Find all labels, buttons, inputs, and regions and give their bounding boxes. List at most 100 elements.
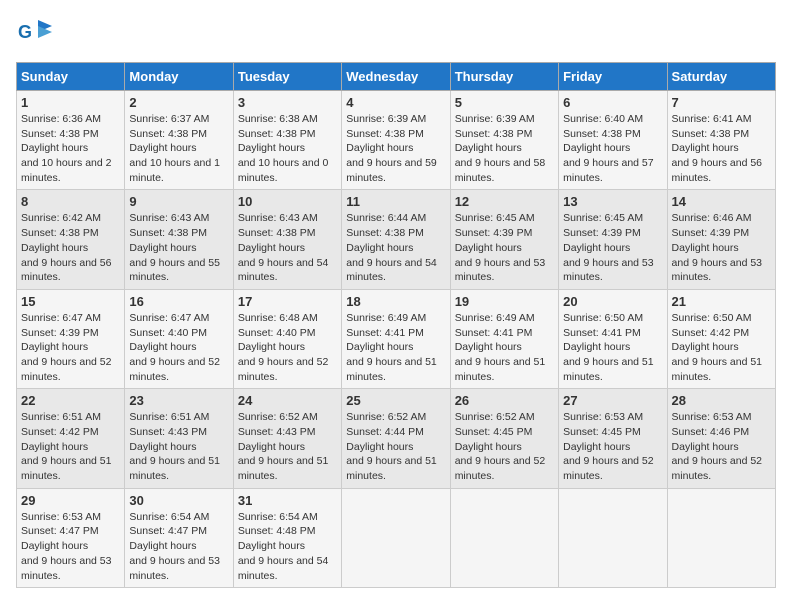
- calendar-week-5: 29 Sunrise: 6:53 AM Sunset: 4:47 PM Dayl…: [17, 488, 776, 587]
- day-number: 11: [346, 194, 445, 209]
- calendar-cell: 6 Sunrise: 6:40 AM Sunset: 4:38 PM Dayli…: [559, 91, 667, 190]
- day-info: Sunrise: 6:46 AM Sunset: 4:39 PM Dayligh…: [672, 211, 771, 284]
- calendar-cell: 19 Sunrise: 6:49 AM Sunset: 4:41 PM Dayl…: [450, 289, 558, 388]
- day-info: Sunrise: 6:51 AM Sunset: 4:43 PM Dayligh…: [129, 410, 228, 483]
- day-info: Sunrise: 6:53 AM Sunset: 4:47 PM Dayligh…: [21, 510, 120, 583]
- day-info: Sunrise: 6:50 AM Sunset: 4:41 PM Dayligh…: [563, 311, 662, 384]
- day-info: Sunrise: 6:37 AM Sunset: 4:38 PM Dayligh…: [129, 112, 228, 185]
- calendar-cell: 27 Sunrise: 6:53 AM Sunset: 4:45 PM Dayl…: [559, 389, 667, 488]
- calendar-cell: 28 Sunrise: 6:53 AM Sunset: 4:46 PM Dayl…: [667, 389, 775, 488]
- day-number: 22: [21, 393, 120, 408]
- day-number: 2: [129, 95, 228, 110]
- day-number: 21: [672, 294, 771, 309]
- calendar-week-1: 1 Sunrise: 6:36 AM Sunset: 4:38 PM Dayli…: [17, 91, 776, 190]
- calendar-cell: 11 Sunrise: 6:44 AM Sunset: 4:38 PM Dayl…: [342, 190, 450, 289]
- day-number: 1: [21, 95, 120, 110]
- day-number: 30: [129, 493, 228, 508]
- day-number: 31: [238, 493, 337, 508]
- calendar-cell: 10 Sunrise: 6:43 AM Sunset: 4:38 PM Dayl…: [233, 190, 341, 289]
- day-info: Sunrise: 6:52 AM Sunset: 4:44 PM Dayligh…: [346, 410, 445, 483]
- day-info: Sunrise: 6:53 AM Sunset: 4:46 PM Dayligh…: [672, 410, 771, 483]
- svg-text:G: G: [18, 22, 32, 42]
- day-number: 4: [346, 95, 445, 110]
- day-number: 10: [238, 194, 337, 209]
- day-info: Sunrise: 6:40 AM Sunset: 4:38 PM Dayligh…: [563, 112, 662, 185]
- calendar-cell: 23 Sunrise: 6:51 AM Sunset: 4:43 PM Dayl…: [125, 389, 233, 488]
- calendar-cell: 4 Sunrise: 6:39 AM Sunset: 4:38 PM Dayli…: [342, 91, 450, 190]
- calendar-week-3: 15 Sunrise: 6:47 AM Sunset: 4:39 PM Dayl…: [17, 289, 776, 388]
- calendar-cell: 15 Sunrise: 6:47 AM Sunset: 4:39 PM Dayl…: [17, 289, 125, 388]
- calendar-cell: 13 Sunrise: 6:45 AM Sunset: 4:39 PM Dayl…: [559, 190, 667, 289]
- calendar-week-4: 22 Sunrise: 6:51 AM Sunset: 4:42 PM Dayl…: [17, 389, 776, 488]
- day-info: Sunrise: 6:47 AM Sunset: 4:39 PM Dayligh…: [21, 311, 120, 384]
- day-info: Sunrise: 6:49 AM Sunset: 4:41 PM Dayligh…: [455, 311, 554, 384]
- day-info: Sunrise: 6:43 AM Sunset: 4:38 PM Dayligh…: [129, 211, 228, 284]
- day-number: 13: [563, 194, 662, 209]
- day-info: Sunrise: 6:47 AM Sunset: 4:40 PM Dayligh…: [129, 311, 228, 384]
- day-number: 28: [672, 393, 771, 408]
- logo: G: [16, 16, 56, 52]
- calendar-cell: 9 Sunrise: 6:43 AM Sunset: 4:38 PM Dayli…: [125, 190, 233, 289]
- day-info: Sunrise: 6:50 AM Sunset: 4:42 PM Dayligh…: [672, 311, 771, 384]
- day-info: Sunrise: 6:41 AM Sunset: 4:38 PM Dayligh…: [672, 112, 771, 185]
- calendar-cell: 21 Sunrise: 6:50 AM Sunset: 4:42 PM Dayl…: [667, 289, 775, 388]
- day-info: Sunrise: 6:43 AM Sunset: 4:38 PM Dayligh…: [238, 211, 337, 284]
- day-info: Sunrise: 6:52 AM Sunset: 4:45 PM Dayligh…: [455, 410, 554, 483]
- calendar-cell: 30 Sunrise: 6:54 AM Sunset: 4:47 PM Dayl…: [125, 488, 233, 587]
- column-header-wednesday: Wednesday: [342, 63, 450, 91]
- day-info: Sunrise: 6:53 AM Sunset: 4:45 PM Dayligh…: [563, 410, 662, 483]
- day-number: 25: [346, 393, 445, 408]
- calendar-cell: 3 Sunrise: 6:38 AM Sunset: 4:38 PM Dayli…: [233, 91, 341, 190]
- calendar-cell: 25 Sunrise: 6:52 AM Sunset: 4:44 PM Dayl…: [342, 389, 450, 488]
- calendar-cell: 24 Sunrise: 6:52 AM Sunset: 4:43 PM Dayl…: [233, 389, 341, 488]
- calendar-cell: 26 Sunrise: 6:52 AM Sunset: 4:45 PM Dayl…: [450, 389, 558, 488]
- day-number: 6: [563, 95, 662, 110]
- calendar-cell: 18 Sunrise: 6:49 AM Sunset: 4:41 PM Dayl…: [342, 289, 450, 388]
- calendar-week-2: 8 Sunrise: 6:42 AM Sunset: 4:38 PM Dayli…: [17, 190, 776, 289]
- column-header-saturday: Saturday: [667, 63, 775, 91]
- day-number: 23: [129, 393, 228, 408]
- calendar-cell: 31 Sunrise: 6:54 AM Sunset: 4:48 PM Dayl…: [233, 488, 341, 587]
- day-info: Sunrise: 6:39 AM Sunset: 4:38 PM Dayligh…: [346, 112, 445, 185]
- day-info: Sunrise: 6:54 AM Sunset: 4:48 PM Dayligh…: [238, 510, 337, 583]
- calendar-cell: 7 Sunrise: 6:41 AM Sunset: 4:38 PM Dayli…: [667, 91, 775, 190]
- day-number: 12: [455, 194, 554, 209]
- calendar-table: SundayMondayTuesdayWednesdayThursdayFrid…: [16, 62, 776, 588]
- day-number: 24: [238, 393, 337, 408]
- calendar-cell: 14 Sunrise: 6:46 AM Sunset: 4:39 PM Dayl…: [667, 190, 775, 289]
- day-info: Sunrise: 6:36 AM Sunset: 4:38 PM Dayligh…: [21, 112, 120, 185]
- calendar-cell: [450, 488, 558, 587]
- calendar-cell: 2 Sunrise: 6:37 AM Sunset: 4:38 PM Dayli…: [125, 91, 233, 190]
- day-info: Sunrise: 6:39 AM Sunset: 4:38 PM Dayligh…: [455, 112, 554, 185]
- column-header-tuesday: Tuesday: [233, 63, 341, 91]
- calendar-cell: 22 Sunrise: 6:51 AM Sunset: 4:42 PM Dayl…: [17, 389, 125, 488]
- calendar-cell: [667, 488, 775, 587]
- day-number: 20: [563, 294, 662, 309]
- calendar-cell: 12 Sunrise: 6:45 AM Sunset: 4:39 PM Dayl…: [450, 190, 558, 289]
- calendar-cell: [342, 488, 450, 587]
- page-header: G: [16, 16, 776, 52]
- column-header-monday: Monday: [125, 63, 233, 91]
- day-number: 5: [455, 95, 554, 110]
- day-number: 17: [238, 294, 337, 309]
- day-info: Sunrise: 6:54 AM Sunset: 4:47 PM Dayligh…: [129, 510, 228, 583]
- column-header-thursday: Thursday: [450, 63, 558, 91]
- day-number: 18: [346, 294, 445, 309]
- day-info: Sunrise: 6:51 AM Sunset: 4:42 PM Dayligh…: [21, 410, 120, 483]
- column-header-sunday: Sunday: [17, 63, 125, 91]
- day-info: Sunrise: 6:48 AM Sunset: 4:40 PM Dayligh…: [238, 311, 337, 384]
- day-number: 19: [455, 294, 554, 309]
- day-info: Sunrise: 6:45 AM Sunset: 4:39 PM Dayligh…: [563, 211, 662, 284]
- day-number: 8: [21, 194, 120, 209]
- day-info: Sunrise: 6:38 AM Sunset: 4:38 PM Dayligh…: [238, 112, 337, 185]
- day-info: Sunrise: 6:45 AM Sunset: 4:39 PM Dayligh…: [455, 211, 554, 284]
- day-number: 29: [21, 493, 120, 508]
- day-info: Sunrise: 6:42 AM Sunset: 4:38 PM Dayligh…: [21, 211, 120, 284]
- day-number: 3: [238, 95, 337, 110]
- calendar-cell: 1 Sunrise: 6:36 AM Sunset: 4:38 PM Dayli…: [17, 91, 125, 190]
- calendar-cell: 29 Sunrise: 6:53 AM Sunset: 4:47 PM Dayl…: [17, 488, 125, 587]
- day-number: 27: [563, 393, 662, 408]
- day-number: 26: [455, 393, 554, 408]
- calendar-cell: 17 Sunrise: 6:48 AM Sunset: 4:40 PM Dayl…: [233, 289, 341, 388]
- column-header-friday: Friday: [559, 63, 667, 91]
